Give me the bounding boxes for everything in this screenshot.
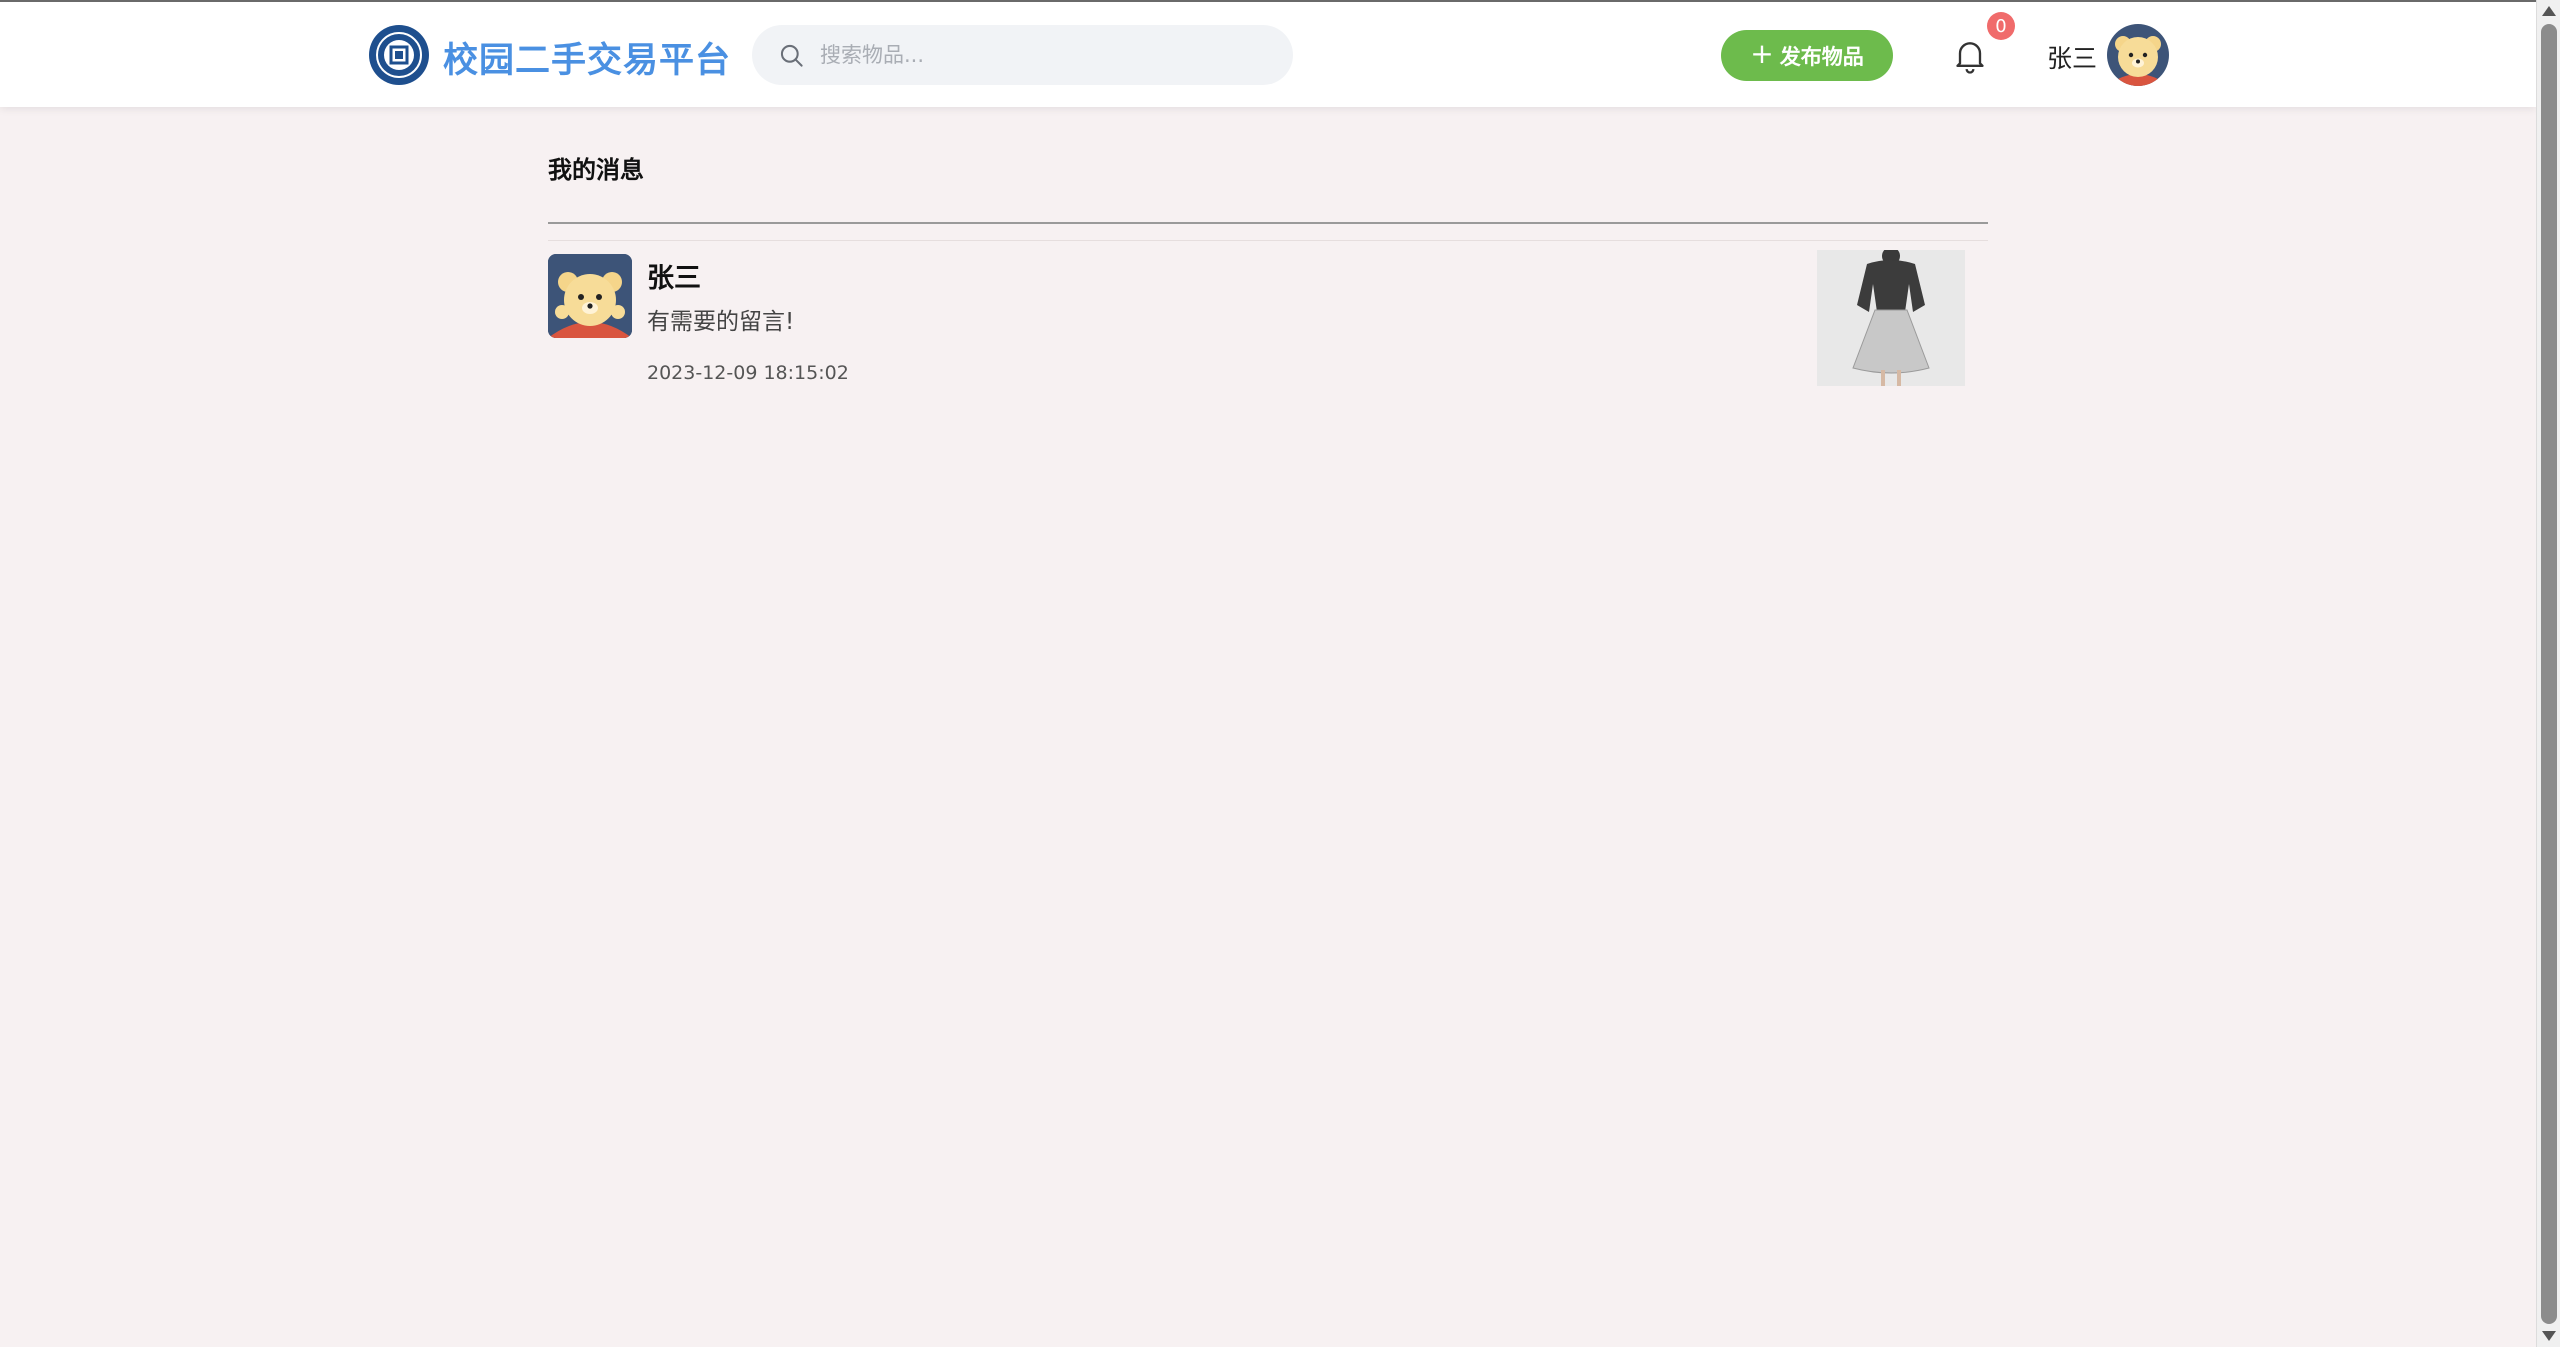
page: 校园二手交易平台 + 发布物品 0 张三 [0, 0, 2560, 1347]
publish-item-button[interactable]: + 发布物品 [1721, 30, 1893, 81]
sender-name: 张三 [647, 263, 701, 294]
scroll-down-icon[interactable] [2542, 1331, 2556, 1341]
message-text: 有需要的留言! [647, 309, 795, 335]
top-navbar: 校园二手交易平台 + 发布物品 0 张三 [0, 0, 2536, 107]
scrollbar-thumb[interactable] [2541, 24, 2557, 1324]
search-input[interactable] [820, 25, 1260, 85]
publish-button-label: 发布物品 [1779, 44, 1864, 69]
message-separator [548, 240, 1988, 241]
search-icon[interactable] [778, 42, 805, 69]
scroll-up-icon[interactable] [2542, 6, 2556, 16]
site-title[interactable]: 校园二手交易平台 [443, 32, 731, 83]
page-title: 我的消息 [548, 156, 644, 184]
notification-badge: 0 [1987, 12, 2015, 40]
vertical-scrollbar[interactable] [2536, 0, 2560, 1347]
item-thumbnail[interactable] [1817, 250, 1965, 386]
plus-icon: + [1750, 37, 1774, 70]
current-user-name[interactable]: 张三 [2047, 39, 2097, 75]
search-bar[interactable] [752, 25, 1293, 85]
message-timestamp: 2023-12-09 18:15:02 [647, 362, 849, 384]
sender-avatar[interactable] [548, 254, 632, 338]
school-logo-icon[interactable] [369, 25, 429, 85]
bell-icon [1956, 42, 1984, 74]
message-item[interactable]: 张三 有需要的留言! 2023-12-09 18:15:02 [548, 240, 1988, 400]
user-avatar[interactable] [2107, 24, 2169, 86]
notifications-button[interactable] [1950, 35, 1990, 75]
title-divider [548, 222, 1988, 224]
